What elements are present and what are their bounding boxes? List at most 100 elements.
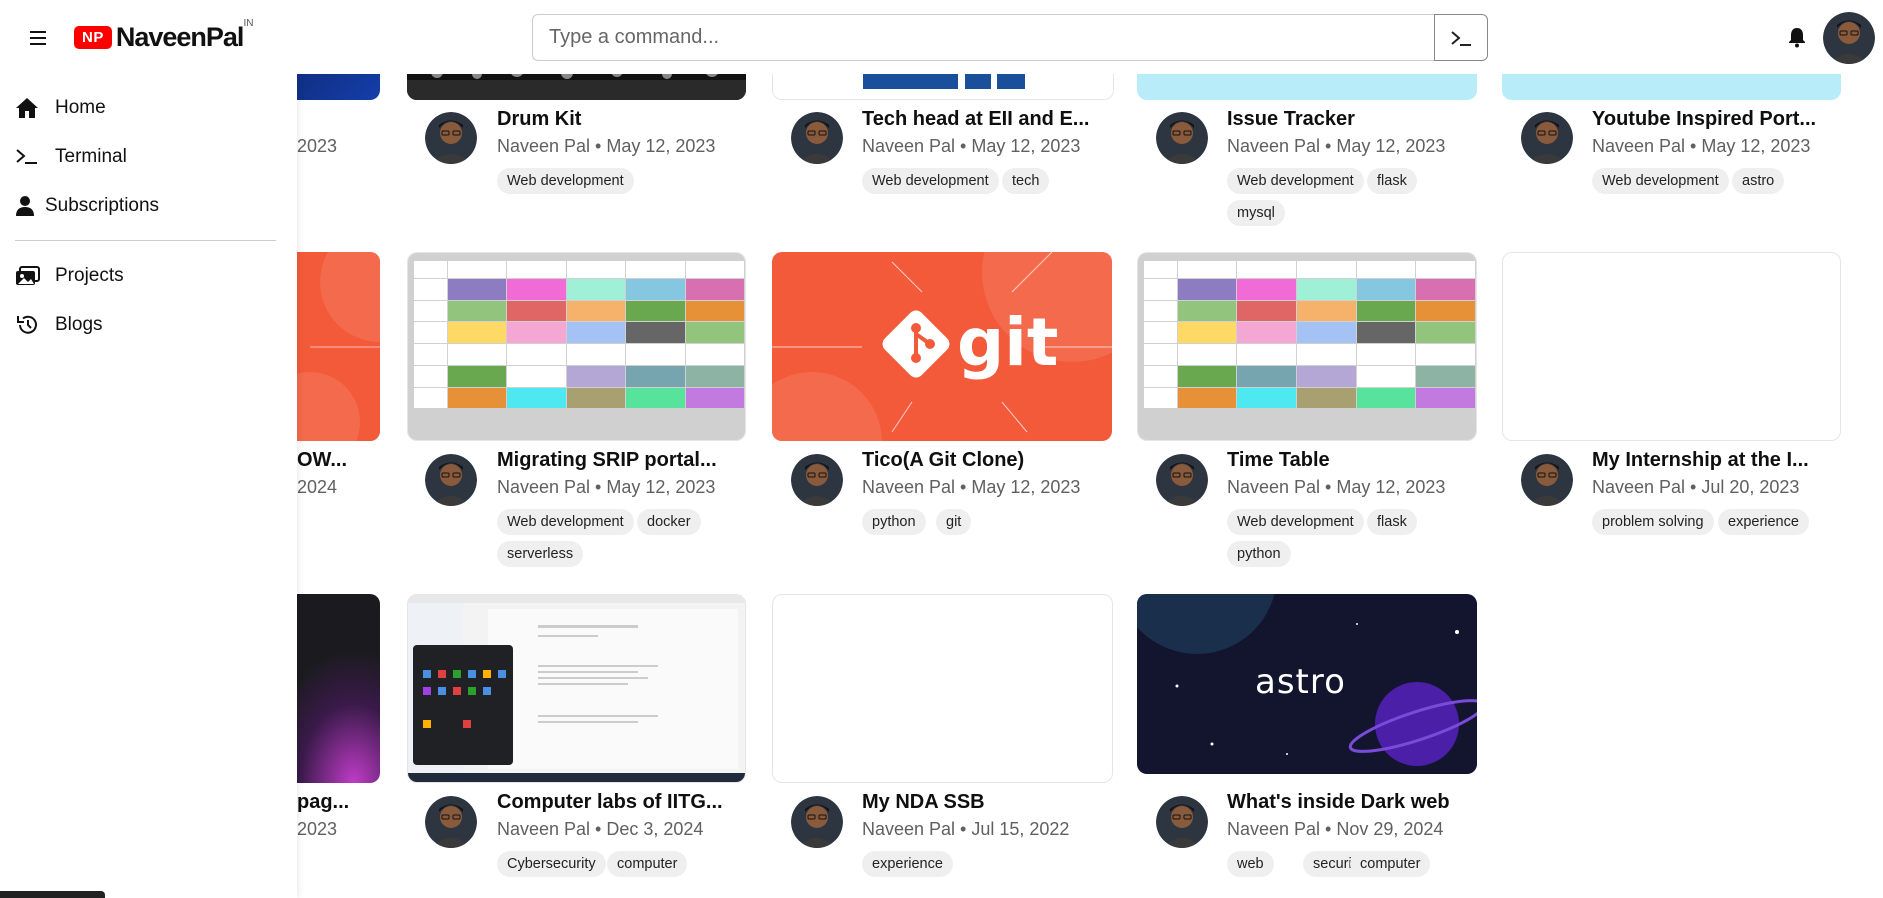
author-avatar[interactable]: [425, 112, 477, 164]
menu-icon[interactable]: [26, 28, 52, 48]
card-title-partial[interactable]: OW...: [297, 449, 367, 472]
author-avatar[interactable]: [425, 796, 477, 848]
sidebar-item-projects[interactable]: Projects: [0, 254, 280, 298]
card-title[interactable]: Tico(A Git Clone): [862, 449, 1207, 472]
card-title[interactable]: Issue Tracker: [1227, 108, 1572, 131]
home-icon: [15, 96, 43, 120]
card-thumbnail-internship[interactable]: [1502, 252, 1841, 441]
card-title[interactable]: Migrating SRIP portal...: [497, 449, 842, 472]
tag-chip[interactable]: git: [936, 509, 972, 535]
sidebar-item-blogs[interactable]: Blogs: [0, 303, 280, 347]
card-meta-partial: 2023: [297, 819, 338, 839]
tag-chip[interactable]: Web development: [497, 168, 634, 194]
sidebar-item-label: Terminal: [55, 146, 127, 167]
tag-chip[interactable]: Web development: [1227, 168, 1364, 194]
tag-chip[interactable]: Web development: [862, 168, 999, 194]
author-avatar[interactable]: [791, 454, 843, 506]
tag-chip[interactable]: flask: [1367, 168, 1417, 194]
tag-chip[interactable]: computer: [1350, 851, 1431, 877]
tag-chip[interactable]: docker: [637, 509, 701, 535]
card-meta: Naveen Pal • Nov 29, 2024: [1227, 819, 1444, 839]
card-thumbnail-dark-web[interactable]: astro: [1137, 594, 1477, 774]
card-title[interactable]: Youtube Inspired Port...: [1592, 108, 1883, 131]
astro-thumbnail-text: astro: [1255, 662, 1346, 702]
tag-chip[interactable]: Web development: [1227, 509, 1364, 535]
terminal-button[interactable]: [1434, 14, 1488, 61]
tag-chip[interactable]: python: [1227, 541, 1291, 567]
card-thumbnail-nda-ssb[interactable]: [772, 594, 1113, 783]
card-thumbnail-time-table[interactable]: [1137, 252, 1477, 441]
sidebar-scrollbar[interactable]: [0, 891, 105, 898]
site-logo[interactable]: NP NaveenPal IN: [74, 18, 253, 52]
top-header: NP NaveenPal IN: [0, 0, 1883, 74]
person-icon: [15, 194, 37, 218]
author-avatar[interactable]: [1156, 112, 1208, 164]
card-title[interactable]: Computer labs of IITG...: [497, 791, 842, 814]
card-thumbnail-migrating-srip[interactable]: [407, 252, 746, 441]
card-thumbnail-tico-git[interactable]: git: [772, 252, 1112, 441]
tag-chip[interactable]: serverless: [497, 541, 584, 567]
tag-chip[interactable]: computer: [607, 851, 688, 877]
author-avatar[interactable]: [425, 454, 477, 506]
tag-chip[interactable]: experience: [1718, 509, 1809, 535]
sidebar-item-label: Home: [55, 97, 106, 118]
card-meta: Naveen Pal • Jul 15, 2022: [862, 819, 1070, 839]
tag-chip[interactable]: Web development: [497, 509, 634, 535]
card-title[interactable]: Tech head at EII and E...: [862, 108, 1207, 131]
tag-chip[interactable]: web: [1227, 851, 1274, 877]
card-meta: Naveen Pal • May 12, 2023: [862, 136, 1081, 156]
tag-chip[interactable]: mysql: [1227, 200, 1285, 226]
tag-chip[interactable]: problem solving: [1592, 509, 1714, 535]
windows-screenshot-image: [408, 595, 745, 782]
author-avatar[interactable]: [791, 112, 843, 164]
tag-chip[interactable]: experience: [862, 851, 953, 877]
card-title[interactable]: Time Table: [1227, 449, 1572, 472]
logo-badge: NP: [74, 25, 112, 49]
command-search: [532, 14, 1488, 61]
card-meta: Naveen Pal • May 12, 2023: [862, 477, 1081, 497]
author-avatar[interactable]: [1521, 112, 1573, 164]
sidebar-nav: Home Terminal Subscriptions Projects Blo…: [0, 74, 297, 898]
logo-text: NaveenPal: [115, 21, 245, 52]
card-meta: Naveen Pal • May 12, 2023: [1227, 136, 1446, 156]
card-title[interactable]: My NDA SSB: [862, 791, 1207, 814]
timetable-image: [1138, 253, 1476, 440]
tag-chip[interactable]: tech: [1002, 168, 1050, 194]
tag-chip[interactable]: astro: [1732, 168, 1785, 194]
author-avatar[interactable]: [791, 796, 843, 848]
sidebar-item-label: Projects: [55, 265, 124, 286]
card-meta: Naveen Pal • May 12, 2023: [497, 477, 716, 497]
card-meta: Naveen Pal • Jul 20, 2023: [1592, 477, 1800, 497]
tag-chip[interactable]: flask: [1367, 509, 1417, 535]
git-logo-image: [772, 252, 1112, 441]
author-avatar[interactable]: [1156, 796, 1208, 848]
card-title[interactable]: My Internship at the I...: [1592, 449, 1883, 472]
sidebar-item-subscriptions[interactable]: Subscriptions: [0, 184, 280, 228]
card-meta-partial: 2024: [297, 477, 338, 497]
tag-chip[interactable]: python: [862, 509, 926, 535]
command-input[interactable]: [532, 14, 1434, 61]
card-title[interactable]: What's inside Dark web: [1227, 791, 1572, 814]
author-avatar[interactable]: [1156, 454, 1208, 506]
card-thumbnail-computer-labs[interactable]: [407, 594, 746, 783]
card-meta: Naveen Pal • Dec 3, 2024: [497, 819, 704, 839]
timetable-image: [408, 253, 745, 440]
user-avatar[interactable]: [1823, 12, 1875, 64]
projects-icon: [15, 264, 43, 288]
card-meta: Naveen Pal • May 12, 2023: [1592, 136, 1811, 156]
card-meta: Naveen Pal • May 12, 2023: [1227, 477, 1446, 497]
terminal-icon: [1451, 30, 1471, 46]
tag-chip[interactable]: Cybersecurity: [497, 851, 606, 877]
tag-chip[interactable]: Web development: [1592, 168, 1729, 194]
notifications-bell-icon[interactable]: [1785, 25, 1809, 49]
author-avatar[interactable]: [1521, 454, 1573, 506]
card-title-partial[interactable]: pag...: [297, 791, 367, 814]
card-title[interactable]: Drum Kit: [497, 108, 842, 131]
sidebar-divider: [15, 240, 276, 241]
sidebar-item-label: Subscriptions: [45, 195, 160, 216]
sidebar-item-terminal[interactable]: Terminal: [0, 135, 280, 179]
card-meta-partial-row1: 2023: [297, 136, 338, 156]
card-meta: Naveen Pal • May 12, 2023: [497, 136, 716, 156]
sidebar-item-home[interactable]: Home: [0, 86, 280, 130]
history-icon: [15, 313, 43, 337]
